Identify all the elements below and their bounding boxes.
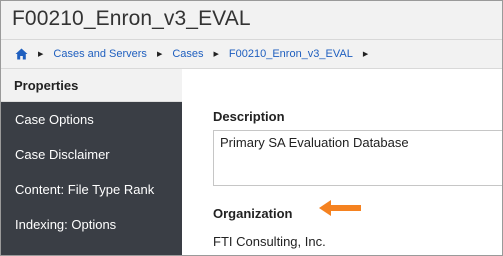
sidebar-item-case-options[interactable]: Case Options [1, 102, 182, 137]
separator-icon: ▶ [156, 51, 163, 58]
description-value: Primary SA Evaluation Database [220, 135, 409, 150]
main-content: Description Primary SA Evaluation Databa… [182, 69, 502, 255]
separator-icon: ▶ [38, 51, 44, 58]
separator-icon: ▶ [362, 51, 369, 58]
breadcrumb-cases[interactable]: Cases [172, 48, 203, 60]
description-label: Description [213, 109, 285, 124]
page-title: F00210_Enron_v3_EVAL [12, 7, 251, 30]
sidebar-item-case-disclaimer[interactable]: Case Disclaimer [1, 137, 182, 172]
breadcrumb-cases-and-servers[interactable]: Cases and Servers [53, 48, 147, 60]
title-bar: F00210_Enron_v3_EVAL [1, 1, 502, 40]
sidebar-item-indexing-options[interactable]: Indexing: Options [1, 207, 182, 242]
app-window: F00210_Enron_v3_EVAL ▶ Cases and Servers… [0, 0, 503, 256]
breadcrumb-bar: ▶ Cases and Servers ▶ Cases ▶ F00210_Enr… [1, 40, 502, 69]
home-icon[interactable] [15, 48, 28, 60]
sidebar: Case Options Case Disclaimer Content: Fi… [1, 102, 182, 255]
sidebar-item-file-type-rank[interactable]: Content: File Type Rank [1, 172, 182, 207]
arrow-left-icon [317, 198, 363, 223]
description-field[interactable]: Primary SA Evaluation Database [213, 130, 502, 186]
organization-value: FTI Consulting, Inc. [213, 234, 326, 249]
properties-heading: Properties [1, 69, 182, 102]
breadcrumb: ▶ Cases and Servers ▶ Cases ▶ F00210_Enr… [15, 40, 378, 68]
breadcrumb-current-case[interactable]: F00210_Enron_v3_EVAL [229, 48, 353, 60]
separator-icon: ▶ [213, 51, 219, 58]
organization-label: Organization [213, 206, 293, 221]
